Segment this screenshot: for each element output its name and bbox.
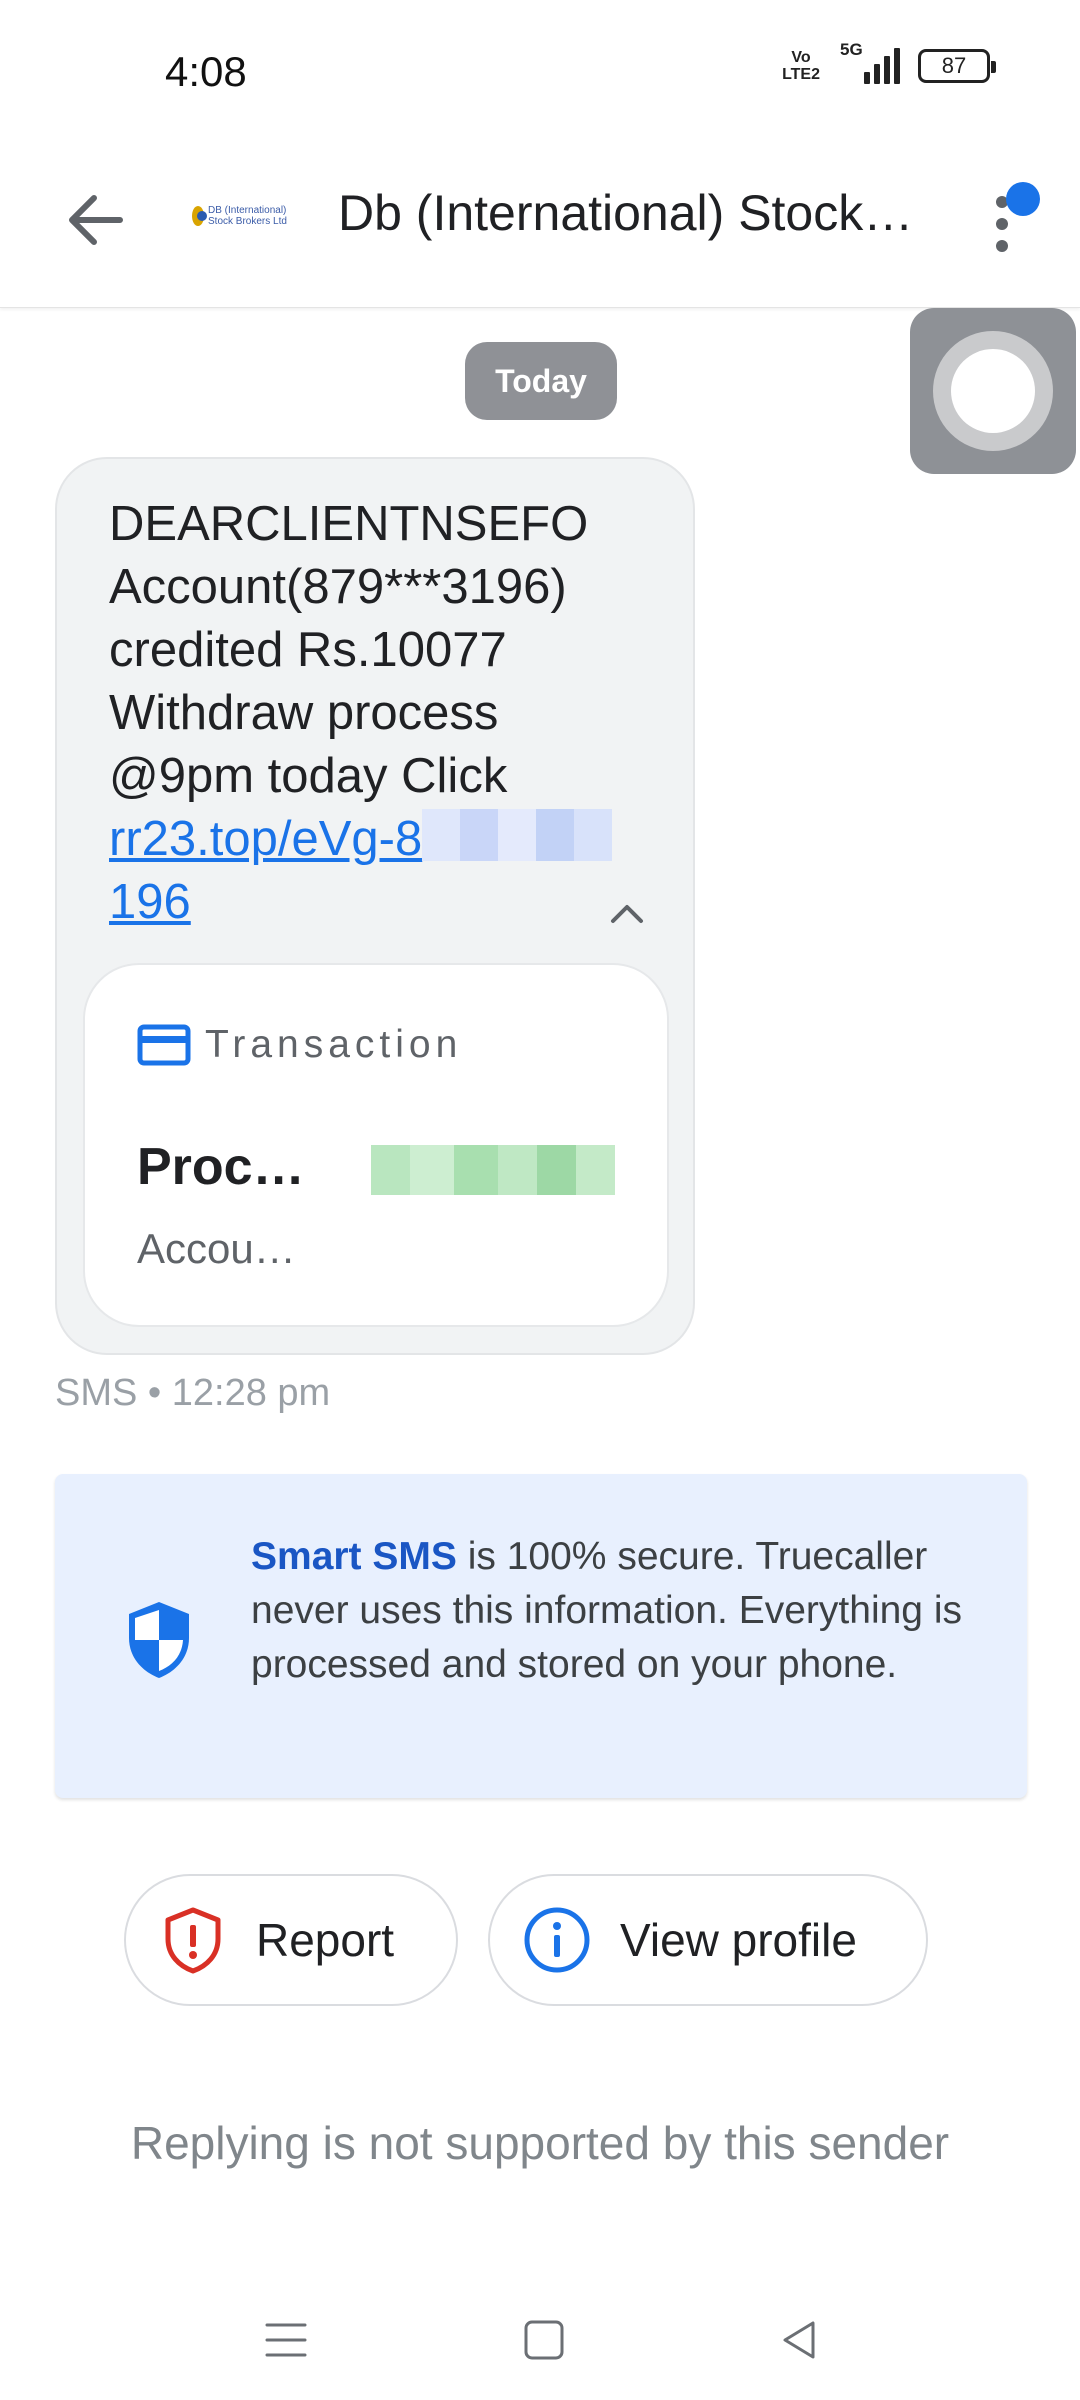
assistive-ring-icon — [933, 331, 1053, 451]
transaction-card[interactable]: Transaction Proc… Accou… — [83, 963, 669, 1327]
square-home-icon — [524, 2320, 564, 2360]
date-chip: Today — [465, 342, 617, 420]
network-type: 5G — [840, 40, 863, 59]
battery-level: 87 — [941, 53, 967, 78]
recents-button[interactable] — [246, 2300, 326, 2380]
transaction-header: Transaction — [137, 1023, 462, 1067]
status-bar: 4:08 Vo LTE2 5G 87 — [0, 0, 1080, 140]
redacted-link-segment — [422, 809, 613, 861]
screen: 4:08 Vo LTE2 5G 87 DB (International) St… — [0, 0, 1080, 2400]
report-shield-icon — [165, 1907, 221, 1974]
navigation-bar — [0, 2280, 1080, 2400]
volte-icon: Vo LTE2 — [782, 49, 820, 83]
shield-icon — [129, 1602, 189, 1678]
reply-not-supported-note: Replying is not supported by this sender — [130, 2117, 950, 2169]
menu-dot — [996, 218, 1008, 230]
message-link[interactable]: rr23.top/eVg-8 196 — [109, 809, 613, 929]
view-profile-label: View profile — [620, 1914, 857, 1966]
logo-text: DB (International) Stock Brokers Ltd — [208, 205, 287, 227]
security-banner: Smart SMS is 100% secure. Truecaller nev… — [55, 1474, 1027, 1798]
status-icons: Vo LTE2 5G 87 — [782, 40, 996, 84]
message-bubble[interactable]: DEARCLIENTNSEFO Account(879***3196) cred… — [55, 457, 695, 1355]
arrow-back-icon — [69, 195, 123, 245]
collapse-button[interactable] — [597, 889, 657, 939]
link-end: 196 — [109, 875, 191, 929]
smart-sms-label: Smart SMS — [251, 1535, 457, 1578]
view-profile-button[interactable]: View profile — [488, 1874, 928, 2006]
battery-icon: 87 — [918, 49, 996, 83]
back-nav-button[interactable] — [760, 2300, 840, 2380]
sender-logo: DB (International) Stock Brokers Ltd — [192, 200, 304, 232]
volte-line1: Vo — [791, 49, 811, 66]
menu-lines-icon — [265, 2323, 307, 2357]
more-options-button[interactable] — [970, 170, 1050, 270]
link-start: rr23.top/eVg-8 — [109, 812, 423, 866]
volte-line2: LTE2 — [782, 66, 820, 83]
status-time: 4:08 — [165, 48, 247, 95]
security-text: Smart SMS is 100% secure. Truecaller nev… — [251, 1530, 991, 1692]
message-body: DEARCLIENTNSEFO Account(879***3196) cred… — [109, 497, 589, 803]
info-icon — [524, 1907, 590, 1973]
menu-dot — [996, 240, 1008, 252]
redacted-amount — [371, 1145, 615, 1195]
app-bar: DB (International) Stock Brokers Ltd Db … — [0, 140, 1080, 308]
message-meta: SMS • 12:28 pm — [55, 1372, 331, 1414]
report-button[interactable]: Report — [124, 1874, 458, 2006]
back-button[interactable] — [52, 176, 140, 264]
credit-card-icon — [137, 1024, 191, 1066]
transaction-label: Transaction — [205, 1023, 463, 1066]
home-button[interactable] — [504, 2300, 584, 2380]
report-label: Report — [256, 1914, 395, 1966]
assistive-ball-button[interactable] — [910, 308, 1076, 474]
triangle-back-icon — [783, 2321, 815, 2359]
transaction-title: Proc… — [137, 1138, 305, 1196]
sender-name[interactable]: Db (International) Stock Brokers — [338, 184, 918, 242]
logo-mark-icon — [192, 206, 207, 226]
notification-dot — [1006, 182, 1040, 216]
signal-icon: 5G — [838, 40, 900, 84]
assistive-core — [951, 349, 1035, 433]
transaction-subtitle: Accou… — [137, 1225, 296, 1272]
chevron-up-icon — [611, 905, 643, 923]
signal-bars — [864, 48, 900, 84]
message-text: DEARCLIENTNSEFO Account(879***3196) cred… — [109, 493, 629, 934]
